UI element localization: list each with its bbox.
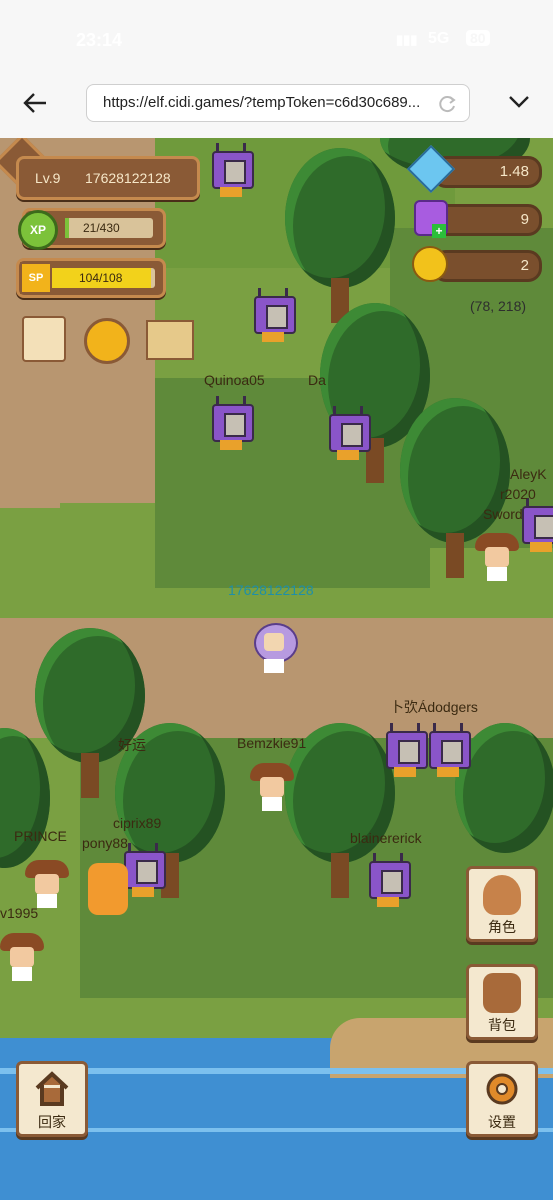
reload-icon[interactable] — [437, 94, 457, 114]
robot-character[interactable] — [518, 498, 553, 554]
sp-lightning-icon: SP — [20, 262, 52, 294]
coin-value: 2 — [520, 257, 529, 274]
player-avatar[interactable] — [252, 623, 298, 675]
gear-icon — [486, 1073, 518, 1105]
chevron-down-icon[interactable] — [508, 94, 530, 110]
character-button-label: 角色 — [488, 919, 516, 935]
robot-character[interactable] — [325, 406, 371, 462]
player-name-label: Quinoa05 — [204, 372, 265, 388]
battery-icon: 80 — [466, 30, 490, 46]
cowboy-character[interactable] — [250, 763, 294, 811]
url-text: https://elf.cidi.games/?tempToken=c6d30c… — [103, 94, 421, 111]
treasure-map-icon[interactable] — [146, 320, 194, 360]
sp-value: 104/108 — [79, 271, 123, 285]
home-icon — [35, 1071, 69, 1106]
url-field[interactable]: https://elf.cidi.games/?tempToken=c6d30c… — [86, 84, 470, 122]
browser-toolbar: https://elf.cidi.games/?tempToken=c6d30c… — [0, 80, 553, 138]
back-arrow-icon[interactable] — [22, 92, 48, 114]
tree — [285, 148, 395, 328]
coin-counter: 2 — [432, 250, 542, 282]
bag-button[interactable]: 背包 — [466, 964, 538, 1040]
robot-character[interactable] — [365, 853, 411, 909]
robot-character[interactable] — [208, 143, 254, 199]
quest-checklist-icon[interactable] — [22, 316, 66, 362]
settings-button-label: 设置 — [488, 1114, 516, 1130]
bag-button-label: 背包 — [488, 1017, 516, 1033]
player-name-label: ciprix89 — [113, 815, 162, 831]
home-button-label: 回家 — [38, 1114, 66, 1130]
xp-icon: XP — [18, 210, 58, 250]
player-name-label: PRINCE — [14, 828, 67, 844]
player-name-label: AleyK — [510, 466, 547, 482]
clock: 23:14 — [76, 30, 123, 50]
map-coordinates: (78, 218) — [470, 298, 527, 314]
level-panel: Lv.9 17628122128 — [16, 156, 200, 200]
settings-button[interactable]: 设置 — [466, 1061, 538, 1137]
player-name-label: r2020 — [500, 486, 536, 502]
player-name-label: v1995 — [0, 905, 39, 921]
character-portrait-icon — [483, 875, 521, 915]
cowboy-character[interactable] — [475, 533, 519, 581]
player-name-label: pony88 — [82, 835, 128, 851]
cowboy-character[interactable] — [25, 860, 69, 908]
player-name-label: 卜弞Ádodgers — [390, 699, 478, 715]
player-name-label: blainererick — [350, 830, 422, 846]
network-label: 5G — [428, 30, 450, 47]
gem-counter: 9 — [432, 204, 542, 236]
home-button[interactable]: 回家 — [16, 1061, 88, 1137]
robot-character[interactable] — [382, 723, 428, 779]
game-map[interactable]: Quinoa05 Da AleyK r2020 Sword 1762812212… — [0, 138, 553, 1200]
robot-character[interactable] — [208, 396, 254, 452]
compass-icon[interactable] — [84, 318, 130, 364]
character-button[interactable]: 角色 — [466, 866, 538, 942]
diamond-value: 1.48 — [499, 163, 529, 180]
robot-character[interactable] — [250, 288, 296, 344]
player-name-label: Sword — [483, 506, 523, 522]
player-name-label: 好运 — [118, 737, 146, 753]
player-id: 17628122128 — [85, 170, 171, 186]
cowboy-character[interactable] — [0, 933, 44, 981]
status-bar: 23:14 ▮▮▮ 5G 80 — [0, 0, 553, 80]
tiger-character[interactable] — [88, 863, 128, 915]
level-label: Lv.9 — [35, 170, 61, 186]
add-gem-plus-icon[interactable]: + — [432, 224, 446, 238]
coin-icon — [412, 246, 448, 282]
self-name-label: 17628122128 — [228, 582, 314, 598]
dirt-edge — [0, 438, 60, 508]
backpack-icon — [483, 973, 521, 1013]
gem-value: 9 — [520, 211, 529, 228]
robot-character[interactable] — [425, 723, 471, 779]
xp-value: 21/430 — [83, 221, 120, 235]
player-name-label: Da — [308, 372, 326, 388]
signal-icon: ▮▮▮ — [396, 32, 418, 47]
player-name-label: Bemzkie91 — [237, 735, 307, 751]
